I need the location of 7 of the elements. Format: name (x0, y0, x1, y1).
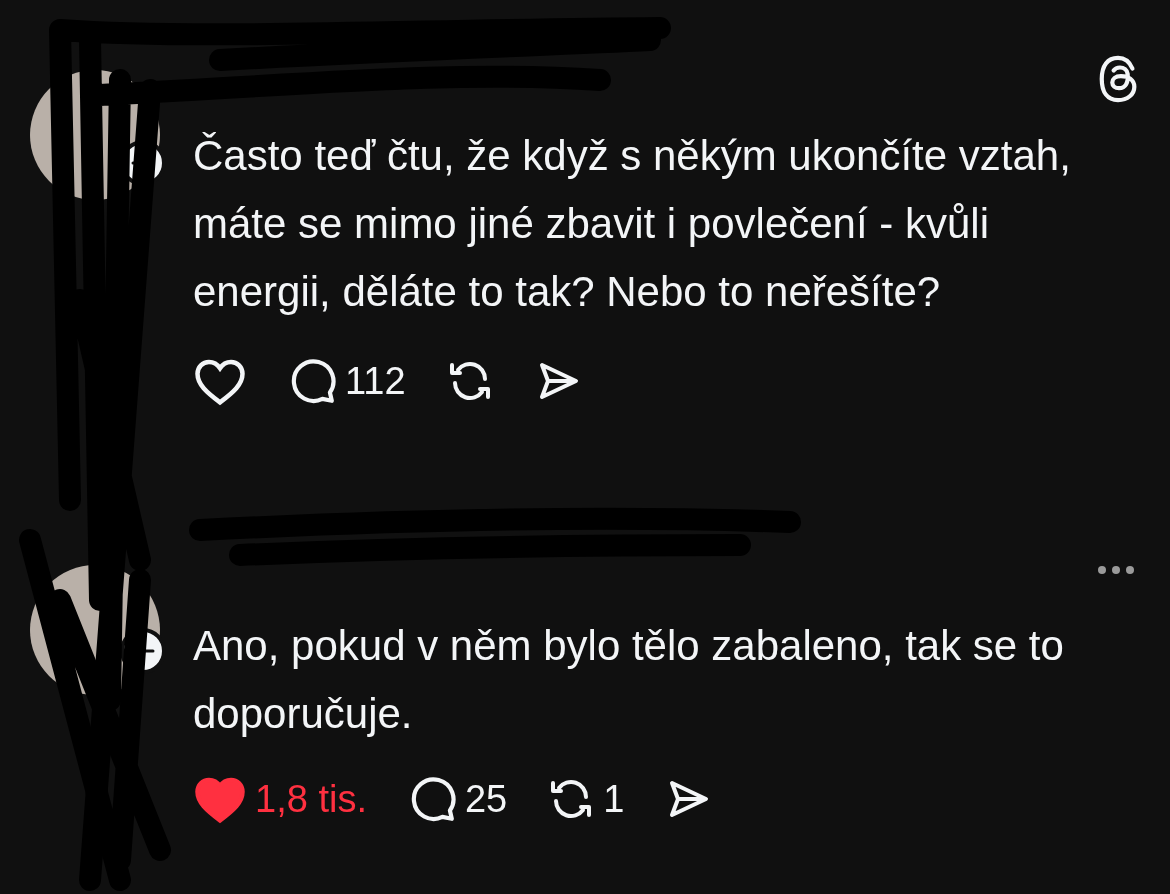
action-count: 1 (603, 777, 625, 821)
action-count: 112 (345, 359, 406, 403)
more-icon[interactable] (1096, 564, 1136, 576)
action-count: 1,8 tis. (255, 777, 367, 821)
action-count: 25 (464, 777, 508, 821)
post-text: Ano, pokud v něm bylo tělo zabaleno, tak se to doporučuje. (193, 621, 1065, 739)
post-text: Často teď čtu, že když s někým ukončíte vztah, máte se mimo jiné zbavit i povlečení - kvůli energii, děláte to tak? Nebo to neřešíte? (193, 131, 1072, 317)
